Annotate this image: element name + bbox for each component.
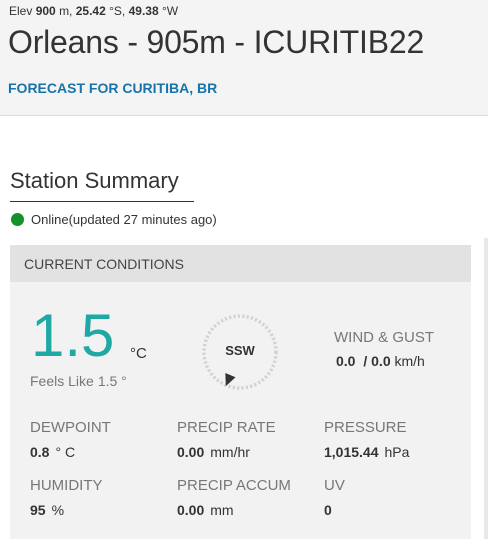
precip-rate-label: PRECIP RATE [177,419,276,436]
longitude-value: 49.38 [128,4,159,18]
current-conditions-header: CURRENT CONDITIONS [10,245,471,282]
pressure-number: 1,015.44 [324,444,379,460]
precip-accum-number: 0.00 [177,502,205,518]
forecast-link[interactable]: FORECAST FOR CURITIBA, BR [8,80,217,96]
uv-value: 0 [324,502,332,518]
section-title-underline [10,201,194,202]
pressure-value: 1,015.44 hPa [324,444,409,460]
wind-gust: 0.0 [371,353,391,369]
station-header: Elev 900 m, 25.42 °S, 49.38 °W Orleans -… [0,0,488,116]
uv-label: UV [324,477,345,494]
latitude-unit: °S, [109,4,126,18]
wind-direction-label: SSW [225,343,255,358]
wind-gust-value: 0.0 / 0.0 km/h [336,353,425,369]
uv-number: 0 [324,502,332,518]
precip-rate-number: 0.00 [177,444,205,460]
station-status: Online(updated 27 minutes ago) [11,212,217,227]
dewpoint-unit: ° C [55,444,76,460]
feels-like: Feels Like 1.5 ° [30,373,127,389]
humidity-value: 95% [30,502,64,518]
humidity-number: 95 [30,502,46,518]
precip-accum-unit: mm [210,502,234,518]
wind-gust-label: WIND & GUST [334,329,434,346]
elevation-value: 900 [35,4,56,18]
elevation-label: Elev [9,4,33,18]
adjacent-panel-edge [484,238,488,539]
humidity-label: HUMIDITY [30,477,103,494]
pressure-unit: hPa [384,444,410,460]
wind-unit: km/h [394,353,425,369]
dewpoint-label: DEWPOINT [30,419,111,436]
precip-accum-value: 0.00 mm [177,502,234,518]
dewpoint-number: 0.8 [30,444,50,460]
dewpoint-value: 0.8 ° C [30,444,75,460]
wind-speed: 0.0 [336,353,356,369]
humidity-unit: % [51,502,65,518]
precip-rate-unit: mm/hr [210,444,250,460]
pressure-label: PRESSURE [324,419,407,436]
temperature-unit: °C [130,345,147,362]
online-status-icon [11,213,24,226]
current-conditions-label: CURRENT CONDITIONS [24,256,184,272]
status-text: Online(updated 27 minutes ago) [31,212,217,227]
location-info: Elev 900 m, 25.42 °S, 49.38 °W [9,4,178,18]
precip-rate-value: 0.00 mm/hr [177,444,250,460]
precip-accum-label: PRECIP ACCUM [177,477,291,494]
temperature-value: 1.5 [31,302,115,369]
elevation-unit: m, [59,4,73,18]
station-summary-title: Station Summary [10,168,179,193]
feels-like-value: 1.5 ° [97,373,127,389]
station-title: Orleans - 905m - ICURITIB22 [8,24,425,60]
wind-separator: / [363,353,368,369]
latitude-value: 25.42 [75,4,106,18]
feels-like-label: Feels Like [30,373,94,389]
longitude-unit: °W [161,4,179,18]
